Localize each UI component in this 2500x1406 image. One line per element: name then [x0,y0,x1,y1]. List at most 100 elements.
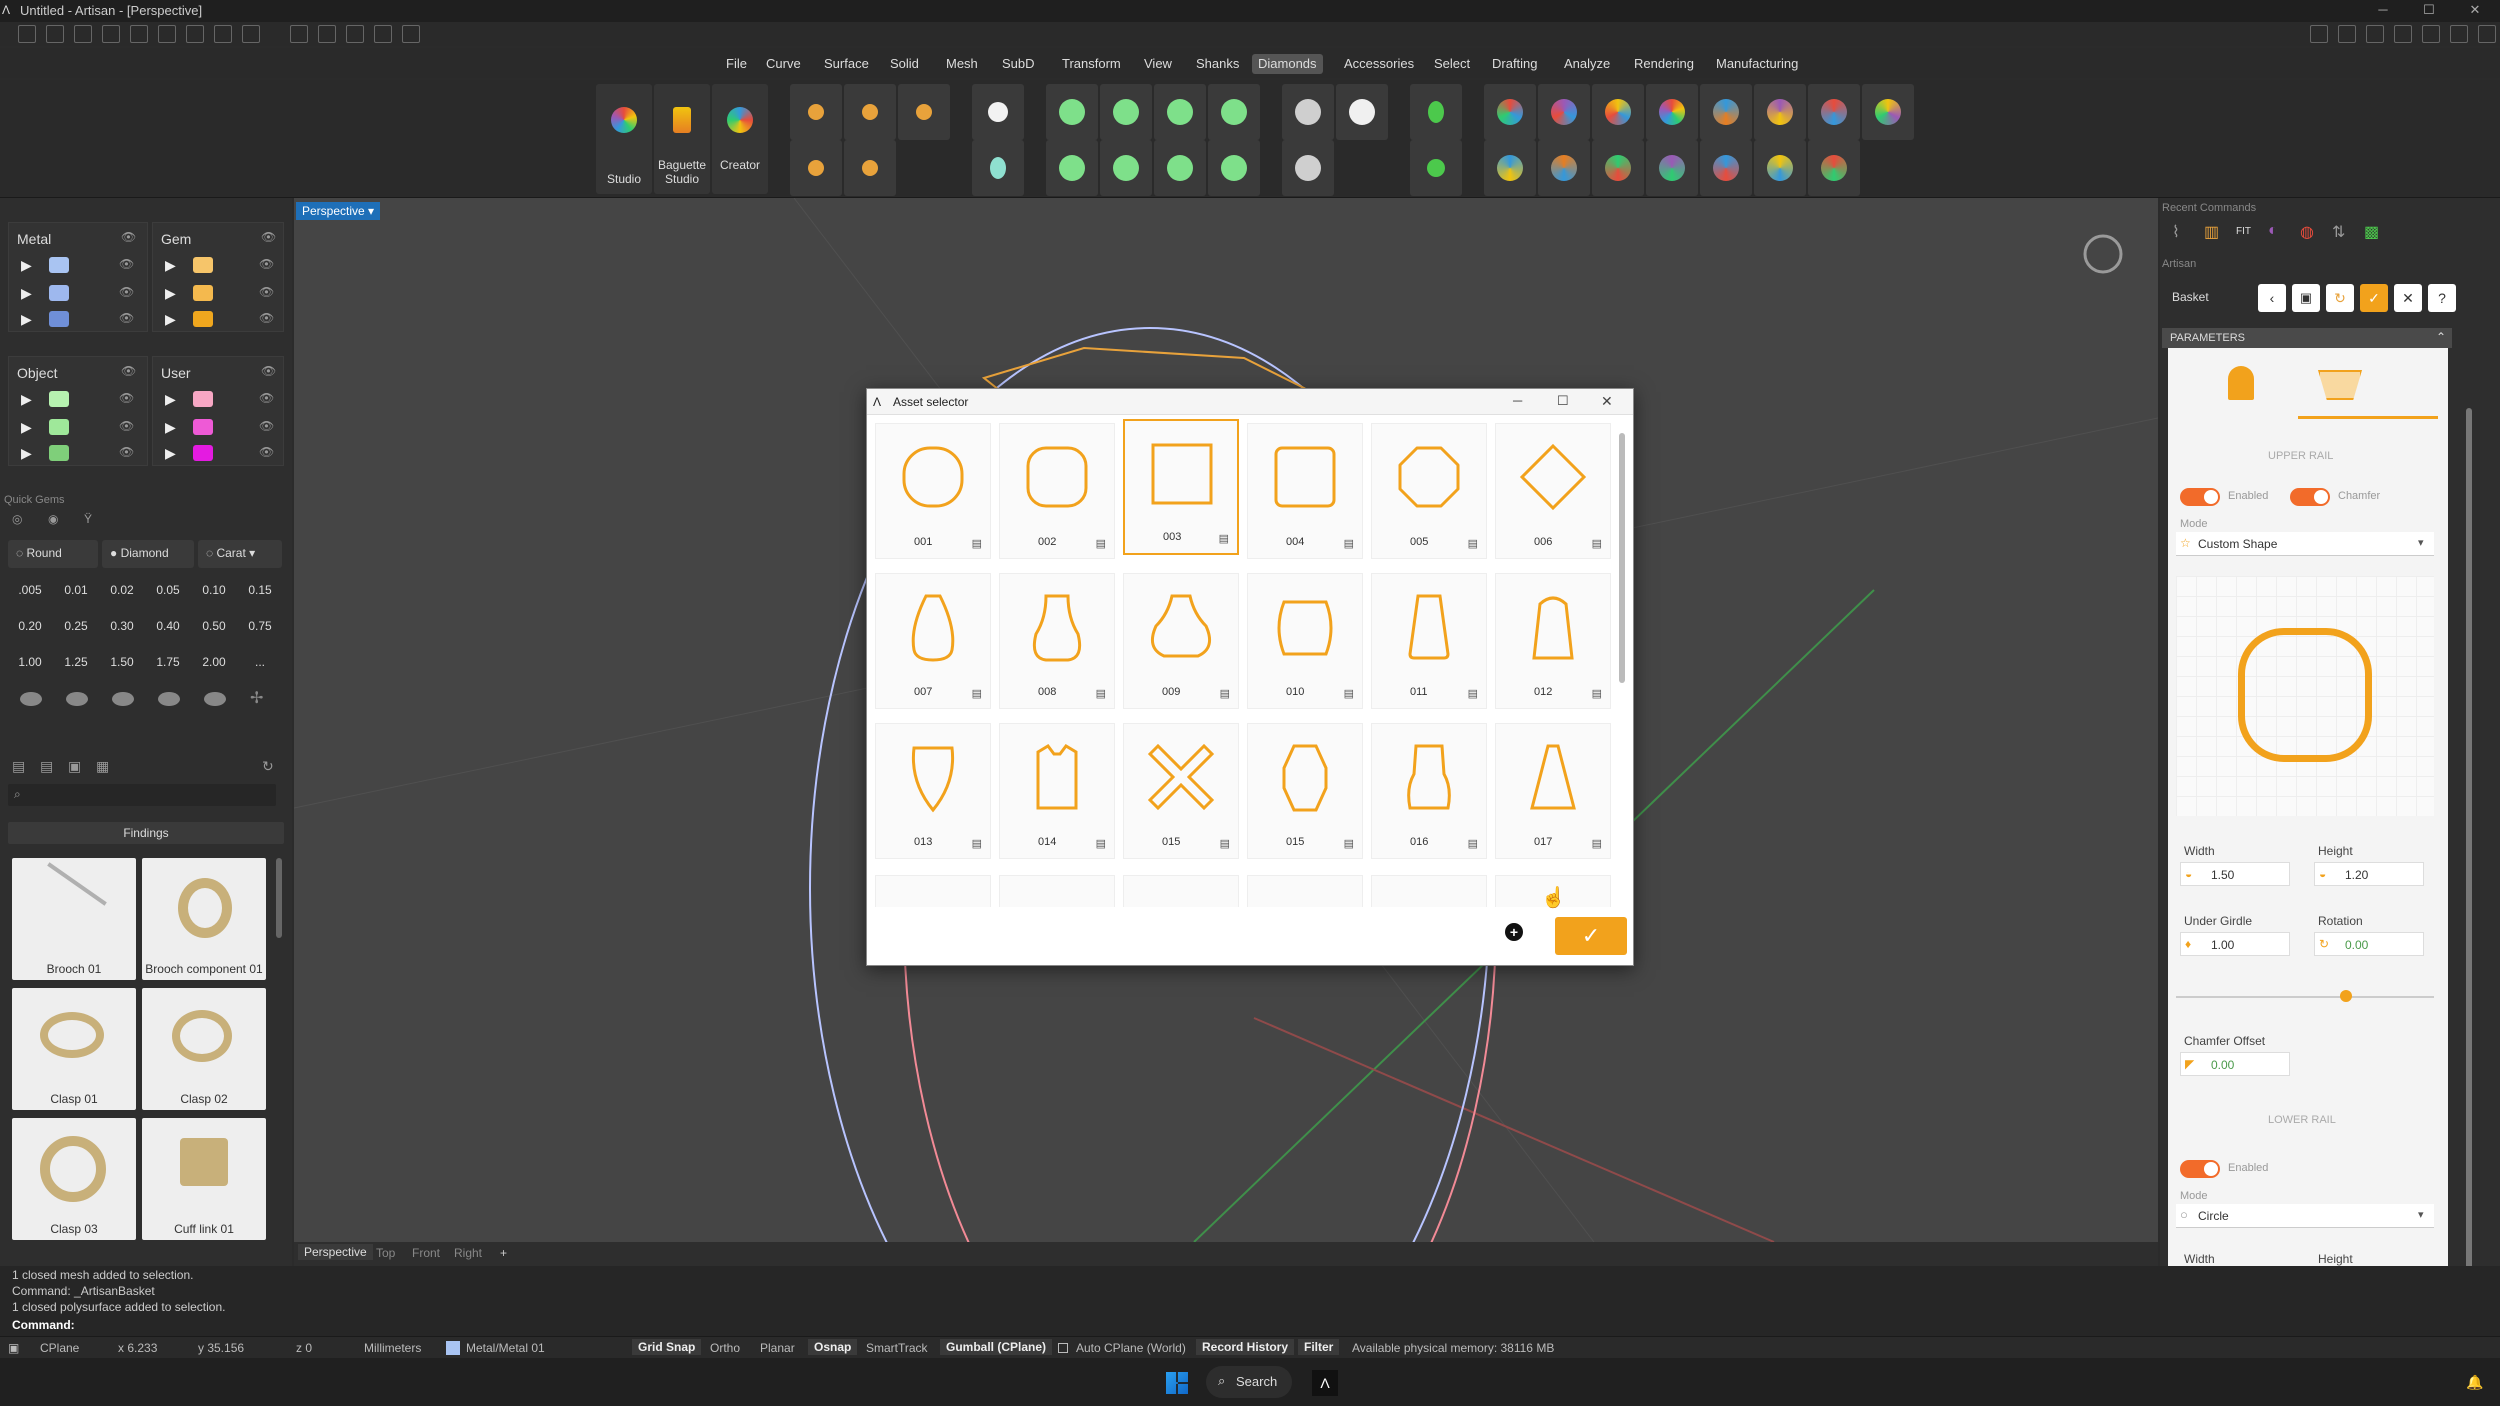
recent-fit-button[interactable]: FIT [2236,226,2251,237]
dialog-close-icon[interactable]: ✕ [1601,393,1613,410]
menu-curve[interactable]: Curve [760,54,807,74]
carat-option[interactable]: 2.00 [192,646,236,678]
cancel-button[interactable]: ✕ [2394,284,2422,312]
metal-swatch-2[interactable] [49,285,69,301]
user-swatch-3[interactable] [193,445,213,461]
library-item-brooch-component-01[interactable]: Brooch component 01 [142,858,266,980]
rotation-slider-track[interactable] [2176,996,2434,998]
asset-tile-partial[interactable] [1123,875,1239,907]
image-icon[interactable]: ▣ [68,758,81,775]
gem-tool-11-button[interactable] [1592,140,1644,196]
pave-line-button[interactable] [790,84,842,140]
globe-icon[interactable] [2394,25,2412,43]
play-icon[interactable]: ▶ [165,285,176,302]
carat-option[interactable]: 1.50 [100,646,144,678]
asset-tile-partial[interactable] [999,875,1115,907]
smarttrack-toggle[interactable]: SmartTrack [866,1341,928,1355]
settings-icon[interactable] [2478,25,2496,43]
lower-enabled-toggle[interactable] [2180,1160,2220,1178]
asset-tile-002[interactable]: 002 ▤ [999,423,1115,559]
current-layer[interactable]: Metal/Metal 01 [466,1341,545,1355]
units-label[interactable]: Millimeters [364,1341,421,1355]
bezel-setting-button[interactable] [1100,84,1152,140]
gem-setting-icon[interactable]: ◉ [48,512,58,526]
pave-grid-button[interactable] [1282,84,1334,140]
new-file-icon[interactable] [18,25,36,43]
redo-icon[interactable] [158,25,176,43]
rotate-icon[interactable] [402,25,420,43]
flush-setting-button[interactable] [1208,140,1260,196]
width-input[interactable]: ◒ 1.50 [2180,862,2290,886]
osnap-toggle[interactable]: Osnap [808,1339,858,1355]
diamond-button[interactable]: ● Diamond [102,540,194,568]
eye-icon[interactable]: 👁 [121,364,136,378]
document-icon[interactable]: ▤ [1219,532,1229,545]
eye-icon[interactable]: 👁 [119,445,134,459]
cplane-label[interactable]: CPlane [40,1341,79,1355]
help-button[interactable]: ? [2428,284,2456,312]
asset-tile-partial[interactable] [1371,875,1487,907]
library-search-input[interactable]: ⌕ [8,784,276,806]
document-icon[interactable]: ▤ [1096,537,1106,550]
menu-analyze[interactable]: Analyze [1558,54,1616,74]
asset-tile-012[interactable]: 012 ▤ [1495,573,1611,709]
open-icon[interactable] [74,25,92,43]
metal-swatch-1[interactable] [49,257,69,273]
rotation-input[interactable]: ↻ 0.00 [2314,932,2424,956]
recent-command-icon[interactable]: ▩ [2364,222,2379,242]
library-item-cuff-link-01[interactable]: Cuff link 01 [142,1118,266,1240]
gem-type-icon[interactable]: ◎ [12,512,22,526]
eye-icon[interactable]: 👁 [259,257,274,271]
tab-perspective[interactable]: Perspective [298,1244,373,1260]
under-girdle-input[interactable]: ♦ 1.00 [2180,932,2290,956]
cutter-line-button[interactable] [1410,140,1462,196]
pave-curve-button[interactable] [844,84,896,140]
studio-button[interactable]: Studio [596,84,652,194]
close-icon[interactable]: ✕ [2462,2,2488,20]
lower-mode-select[interactable]: ○ Circle ▾ [2176,1204,2434,1228]
gem-tool-14-button[interactable] [1754,140,1806,196]
carat-option[interactable]: ... [238,646,282,678]
confirm-button[interactable]: ✓ [1555,917,1627,955]
record-history-toggle[interactable]: Record History [1196,1339,1295,1355]
chamfer-toggle[interactable] [2290,488,2330,506]
menu-view[interactable]: View [1138,54,1178,74]
save-copy-icon[interactable] [242,25,260,43]
dialog-title-bar[interactable]: Λ Asset selector ─ ☐ ✕ [867,389,1633,415]
menu-accessories[interactable]: Accessories [1338,54,1420,74]
asset-tile-015b[interactable]: 015 ▤ [1247,723,1363,859]
carat-option[interactable]: .005 [8,574,52,606]
cube-icon[interactable] [2366,25,2384,43]
round-button[interactable]: ◌ Round [8,540,98,568]
recent-command-icon[interactable]: ⌇ [2172,222,2180,242]
ortho-toggle[interactable]: Ortho [710,1341,740,1355]
document-icon[interactable]: ▤ [1468,537,1478,550]
gumball-toggle[interactable]: Gumball (CPlane) [940,1339,1053,1355]
carat-option[interactable]: 0.25 [54,610,98,642]
info-icon[interactable] [2338,25,2356,43]
gem-on-curve-button[interactable] [790,140,842,196]
grid-icon[interactable]: ▦ [96,758,109,775]
document-icon[interactable]: ▤ [972,837,982,850]
pave-auto-button[interactable] [1336,84,1388,140]
play-icon[interactable]: ▶ [21,285,32,302]
recent-command-icon[interactable]: ⇅ [2332,222,2345,242]
carat-option[interactable]: 0.15 [238,574,282,606]
reset-button[interactable]: ↻ [2326,284,2354,312]
menu-surface[interactable]: Surface [818,54,875,74]
lock-icon[interactable] [2310,25,2328,43]
menu-select[interactable]: Select [1428,54,1476,74]
asset-tile-003[interactable]: 003 ▤ [1123,419,1239,555]
import-icon[interactable] [102,25,120,43]
gem-tool-8-button[interactable] [1862,84,1914,140]
carat-button[interactable]: ◌ Carat ▾ [198,540,282,568]
gem-swatch-2[interactable] [193,285,213,301]
play-icon[interactable]: ▶ [21,445,32,462]
planar-toggle[interactable]: Planar [760,1341,795,1355]
asset-tile-006[interactable]: 006 ▤ [1495,423,1611,559]
user-swatch-1[interactable] [193,391,213,407]
library-item-clasp-01[interactable]: Clasp 01 [12,988,136,1110]
gem-tool-3-button[interactable] [1592,84,1644,140]
cutter-button[interactable] [1410,84,1462,140]
height-input[interactable]: ◒ 1.20 [2314,862,2424,886]
